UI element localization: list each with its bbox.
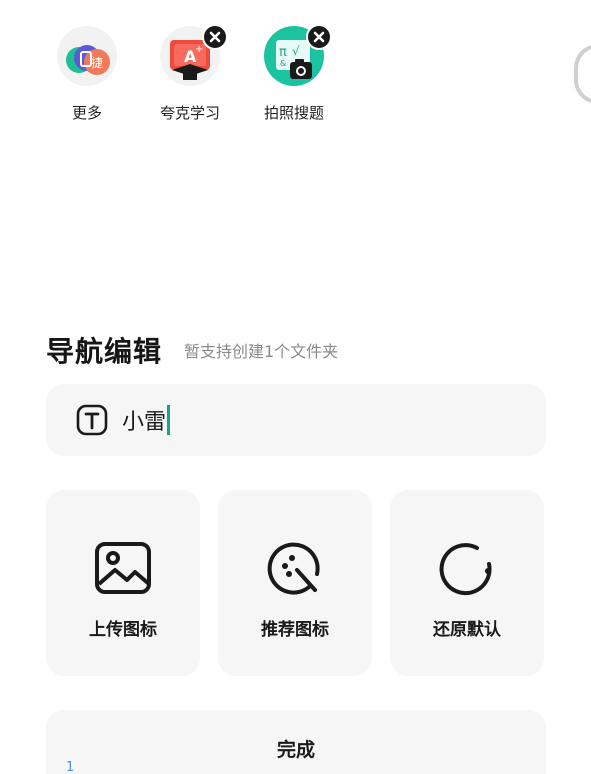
remove-photo-search-button[interactable] [306, 24, 332, 50]
shortcut-grid: 捷 更多 A + 夸克学习 π √ & 拍照搜题 [52, 24, 352, 136]
upload-icon-button[interactable]: 上传图标 [46, 490, 200, 676]
recommend-icon-button[interactable]: 推荐图标 [218, 490, 372, 676]
page-number: 1 [66, 760, 75, 774]
icon-actions: 上传图标 推荐图标 还原默认 [46, 490, 546, 676]
image-upload-icon [95, 542, 151, 594]
folder-name-input[interactable]: 小雷 [46, 384, 546, 456]
recommend-icon-label: 推荐图标 [261, 620, 329, 640]
text-caret [167, 405, 171, 435]
restore-default-button[interactable]: 还原默认 [390, 490, 544, 676]
shortcut-label-quark-learning: 夸克学习 [159, 104, 220, 122]
svg-text:&: & [280, 59, 286, 68]
svg-text:+: + [195, 44, 203, 55]
done-button[interactable]: 完成 [46, 710, 546, 774]
page-title: 导航编辑 [46, 335, 163, 368]
restore-default-icon [439, 543, 492, 596]
upload-icon-label: 上传图标 [89, 620, 157, 640]
shortcut-label-photo-search: 拍照搜题 [263, 104, 324, 122]
more-apps-icon: 捷 [57, 26, 117, 86]
more-badge-text: 捷 [91, 56, 103, 70]
restore-default-label: 还原默认 [433, 620, 501, 640]
close-icon [313, 31, 325, 43]
close-icon [209, 31, 221, 43]
folder-name-value: 小雷 [122, 410, 167, 435]
scroll-edge-indicator [574, 44, 591, 104]
section-hint: 暂支持创建1个文件夹 [184, 342, 339, 361]
photo-search-icon: π √ & [264, 24, 332, 86]
shortcut-label-more: 更多 [71, 104, 102, 122]
shortcut-photo-search[interactable]: π √ & 拍照搜题 [254, 24, 334, 123]
recommend-palette-icon [267, 542, 320, 595]
shortcut-more[interactable]: 捷 更多 [47, 26, 127, 123]
remove-quark-learning-button[interactable] [202, 24, 228, 50]
svg-text:√: √ [292, 44, 300, 58]
quark-learning-icon: A + [160, 24, 228, 86]
shortcut-quark-learning[interactable]: A + 夸克学习 [150, 24, 230, 123]
svg-text:π: π [279, 45, 287, 60]
text-t-icon [76, 404, 108, 436]
